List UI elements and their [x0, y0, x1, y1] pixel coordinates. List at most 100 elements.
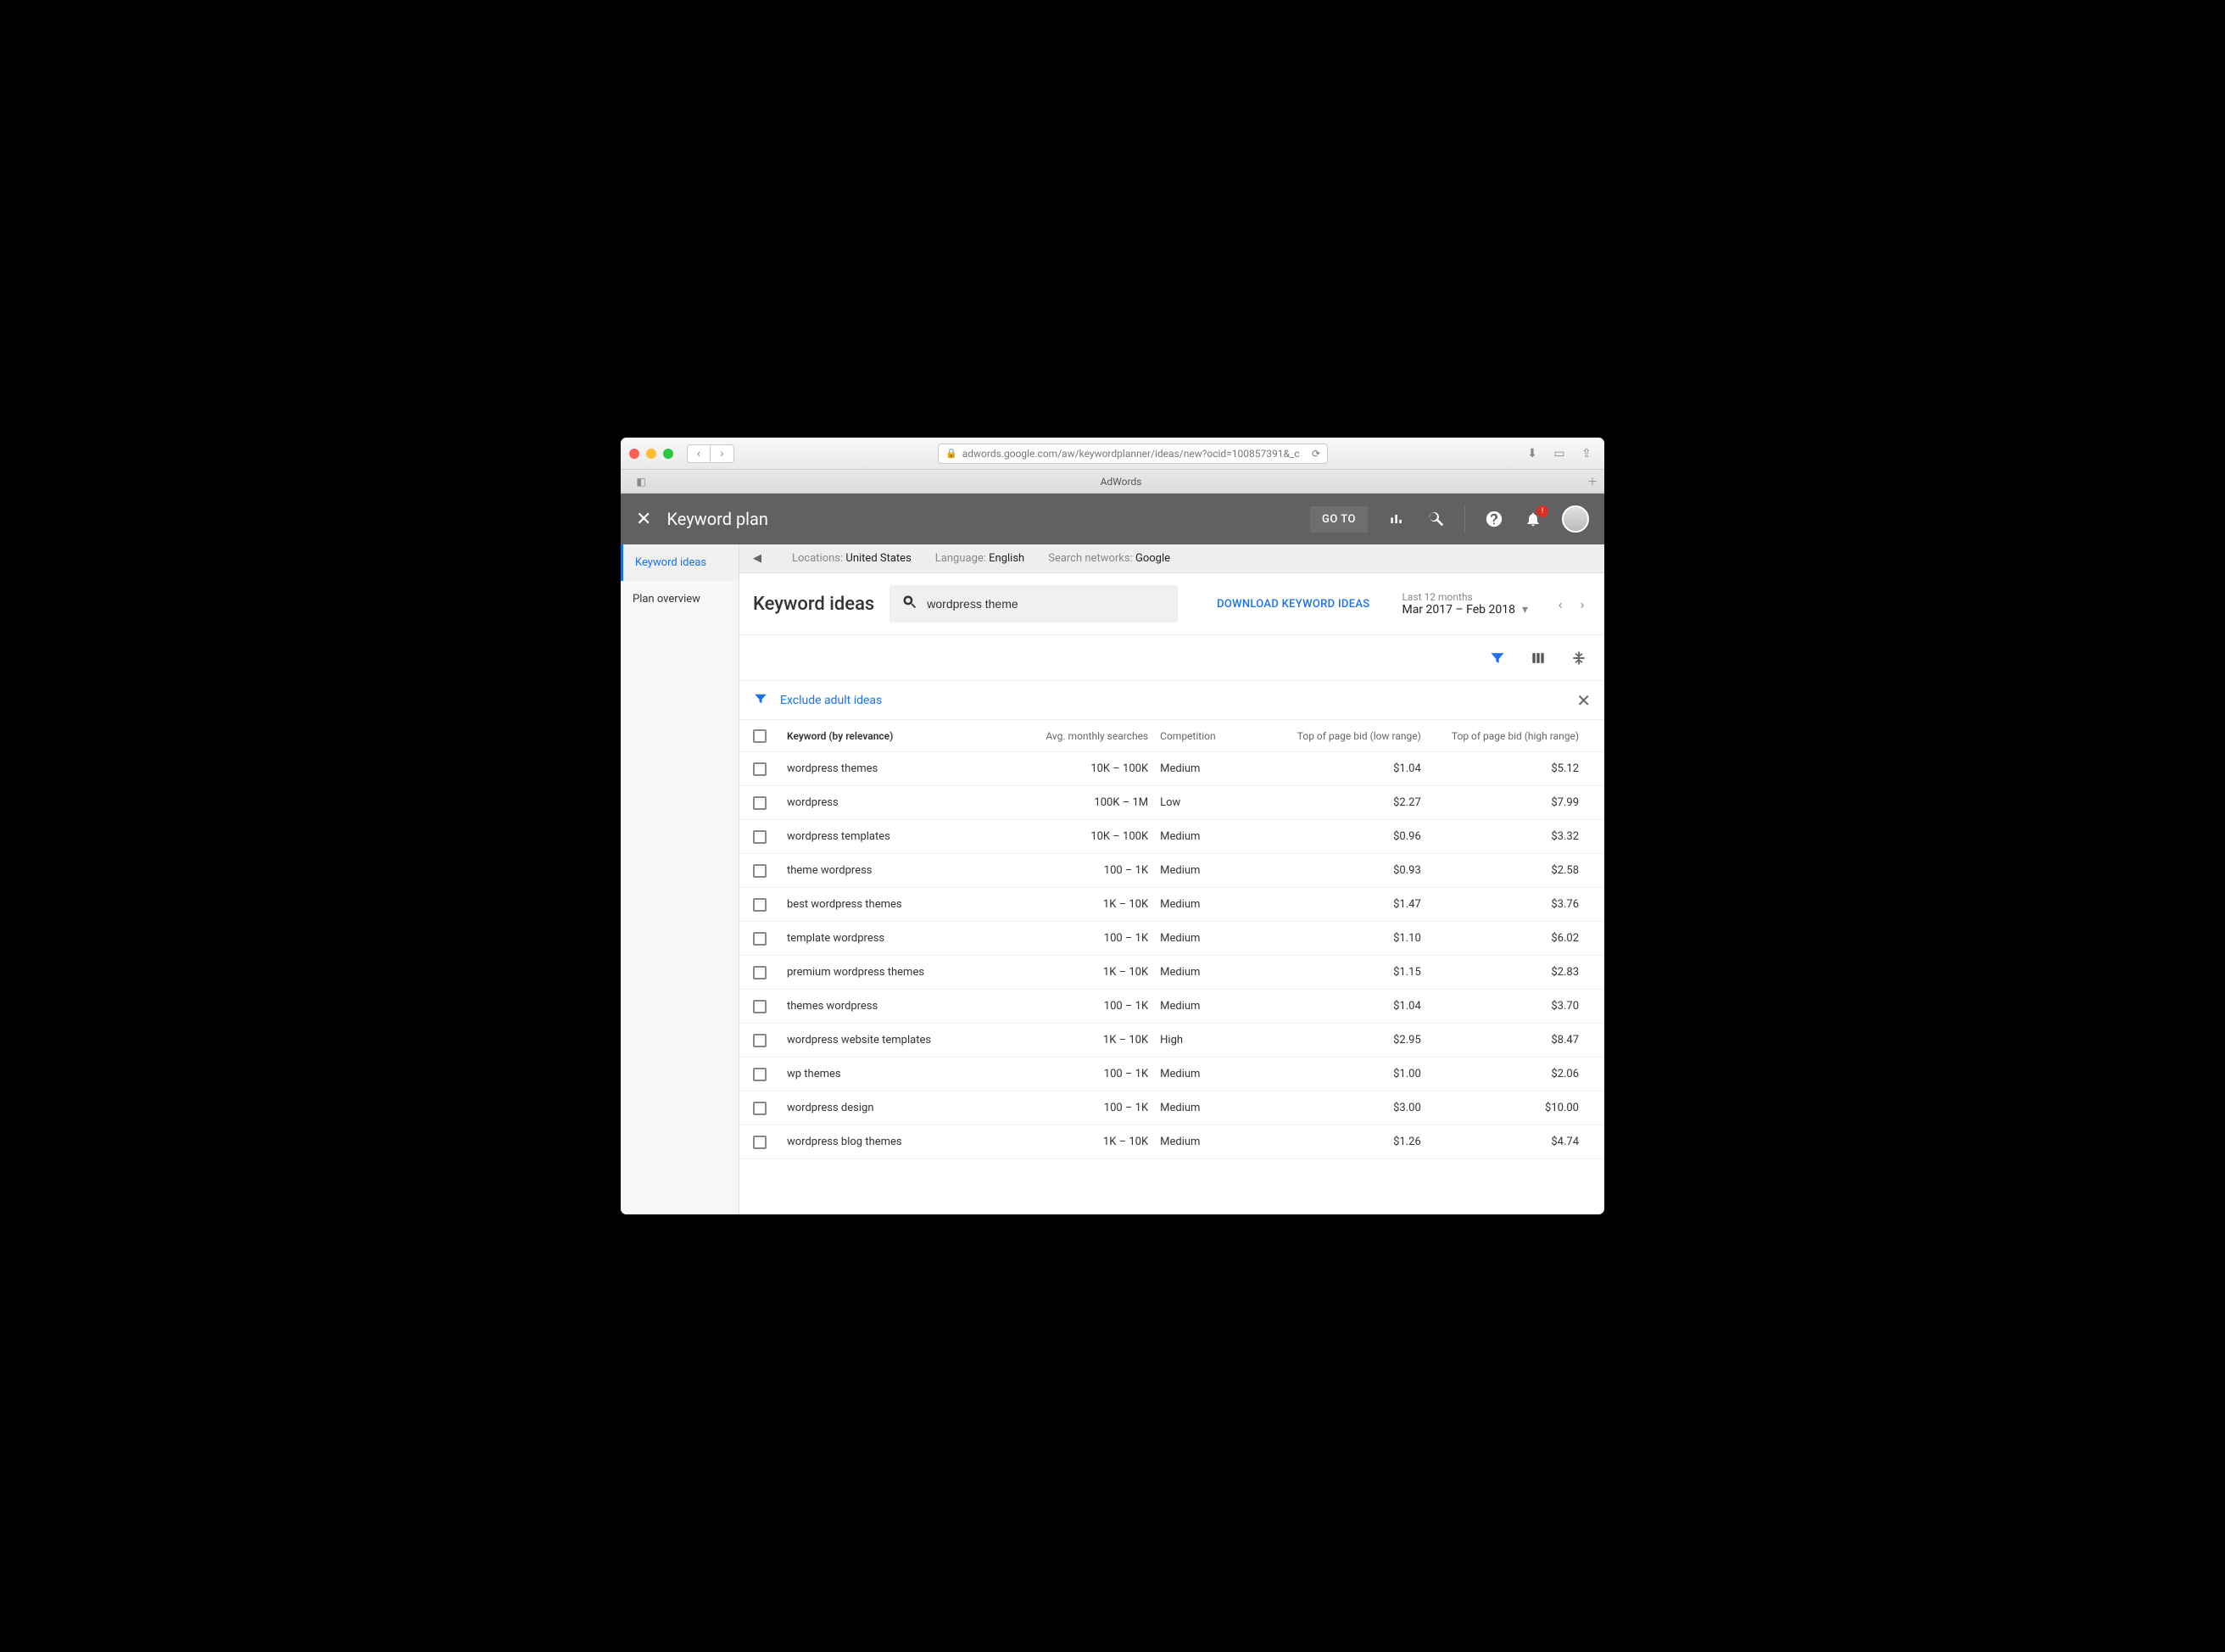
cell-searches: 1K – 10K — [1017, 966, 1160, 979]
cell-competition: Medium — [1160, 762, 1274, 775]
tools-icon[interactable] — [1425, 509, 1446, 529]
col-competition[interactable]: Competition — [1160, 730, 1274, 742]
notification-badge: ! — [1536, 505, 1548, 517]
table-row[interactable]: wordpress design 100 – 1K Medium $3.00 $… — [739, 1091, 1604, 1125]
cell-searches: 10K – 100K — [1017, 762, 1160, 775]
reports-icon[interactable] — [1386, 509, 1407, 529]
cell-bid-low: $1.15 — [1275, 966, 1433, 979]
cell-bid-high: $8.47 — [1433, 1034, 1591, 1046]
date-next-button[interactable]: › — [1574, 596, 1591, 612]
table-row[interactable]: theme wordpress 100 – 1K Medium $0.93 $2… — [739, 854, 1604, 888]
expand-icon[interactable] — [1570, 650, 1587, 667]
cell-keyword: theme wordpress — [787, 864, 1017, 877]
table-row[interactable]: best wordpress themes 1K – 10K Medium $1… — [739, 888, 1604, 922]
cell-bid-low: $1.26 — [1275, 1136, 1433, 1148]
locations-setting[interactable]: Locations: United States — [792, 552, 912, 565]
close-window-button[interactable] — [629, 449, 639, 459]
networks-setting[interactable]: Search networks: Google — [1048, 552, 1170, 565]
cell-competition: Medium — [1160, 898, 1274, 911]
cell-bid-high: $3.32 — [1433, 830, 1591, 843]
cell-keyword: premium wordpress themes — [787, 966, 1017, 979]
row-checkbox[interactable] — [753, 830, 767, 844]
clear-filters-icon[interactable]: ✕ — [1576, 690, 1591, 711]
select-all-checkbox[interactable] — [753, 729, 767, 743]
lock-icon: 🔒 — [945, 448, 957, 459]
cell-competition: Medium — [1160, 1136, 1274, 1148]
table-row[interactable]: wordpress themes 10K – 100K Medium $1.04… — [739, 752, 1604, 786]
row-checkbox[interactable] — [753, 1068, 767, 1081]
reload-icon[interactable]: ⟳ — [1312, 448, 1320, 460]
table-row[interactable]: wordpress blog themes 1K – 10K Medium $1… — [739, 1125, 1604, 1159]
back-button[interactable]: ‹ — [687, 444, 711, 463]
table-row[interactable]: wordpress 100K – 1M Low $2.27 $7.99 — [739, 786, 1604, 820]
cell-bid-low: $1.00 — [1275, 1068, 1433, 1080]
sidebar-toggle-icon[interactable]: ◧ — [621, 476, 661, 488]
app-header: ✕ Keyword plan GO TO ! — [621, 494, 1604, 544]
table-row[interactable]: wordpress website templates 1K – 10K Hig… — [739, 1024, 1604, 1058]
new-tab-button[interactable]: ＋ — [1581, 474, 1604, 488]
columns-icon[interactable] — [1530, 650, 1547, 667]
cell-keyword: wp themes — [787, 1068, 1017, 1080]
avatar[interactable] — [1562, 505, 1589, 533]
language-setting[interactable]: Language: English — [935, 552, 1024, 565]
row-checkbox[interactable] — [753, 1000, 767, 1013]
date-prev-button[interactable]: ‹ — [1552, 596, 1569, 612]
cell-keyword: wordpress themes — [787, 762, 1017, 775]
cell-bid-low: $2.95 — [1275, 1034, 1433, 1046]
minimize-window-button[interactable] — [646, 449, 656, 459]
row-checkbox[interactable] — [753, 796, 767, 810]
close-icon[interactable]: ✕ — [636, 509, 651, 530]
sidebar-item-plan-overview[interactable]: Plan overview — [621, 581, 739, 617]
app-body: Keyword ideas Plan overview ◀ Locations:… — [621, 544, 1604, 1214]
forward-button[interactable]: › — [711, 444, 734, 463]
row-checkbox[interactable] — [753, 1102, 767, 1115]
sidebar-item-keyword-ideas[interactable]: Keyword ideas — [621, 544, 739, 581]
table-row[interactable]: wordpress templates 10K – 100K Medium $0… — [739, 820, 1604, 854]
col-bid-high[interactable]: Top of page bid (high range) — [1433, 730, 1591, 742]
tabs-icon[interactable]: ▭ — [1550, 445, 1569, 462]
col-searches[interactable]: Avg. monthly searches — [1017, 730, 1160, 742]
date-range-picker[interactable]: Last 12 months Mar 2017 – Feb 2018 ▾ — [1402, 591, 1528, 617]
tab-title[interactable]: AdWords — [661, 476, 1581, 488]
cell-competition: Medium — [1160, 1068, 1274, 1080]
cell-searches: 1K – 10K — [1017, 1034, 1160, 1046]
download-link[interactable]: DOWNLOAD KEYWORD IDEAS — [1217, 598, 1369, 611]
chevron-down-icon: ▾ — [1522, 603, 1528, 617]
zoom-window-button[interactable] — [663, 449, 673, 459]
row-checkbox[interactable] — [753, 966, 767, 979]
table-row[interactable]: premium wordpress themes 1K – 10K Medium… — [739, 956, 1604, 990]
row-checkbox[interactable] — [753, 1034, 767, 1047]
filter-chip[interactable]: Exclude adult ideas — [780, 694, 882, 707]
cell-searches: 100 – 1K — [1017, 1068, 1160, 1080]
downloads-icon[interactable]: ⬇ — [1523, 445, 1542, 462]
keyword-search[interactable] — [889, 585, 1178, 622]
table-row[interactable]: template wordpress 100 – 1K Medium $1.10… — [739, 922, 1604, 956]
notifications-icon[interactable]: ! — [1523, 509, 1543, 529]
cell-bid-high: $6.02 — [1433, 932, 1591, 945]
table-row[interactable]: themes wordpress 100 – 1K Medium $1.04 $… — [739, 990, 1604, 1024]
collapse-sidebar-icon[interactable]: ◀ — [753, 552, 768, 565]
cell-searches: 100 – 1K — [1017, 1000, 1160, 1013]
filter-chip-bar: Exclude adult ideas ✕ — [739, 681, 1604, 720]
col-keyword[interactable]: Keyword (by relevance) — [787, 730, 1017, 742]
cell-keyword: wordpress templates — [787, 830, 1017, 843]
goto-button[interactable]: GO TO — [1310, 506, 1368, 533]
cell-bid-low: $3.00 — [1275, 1102, 1433, 1114]
cell-competition: Medium — [1160, 864, 1274, 877]
help-icon[interactable] — [1484, 509, 1504, 529]
address-bar[interactable]: 🔒 adwords.google.com/aw/keywordplanner/i… — [938, 444, 1328, 464]
row-checkbox[interactable] — [753, 1136, 767, 1149]
filter-icon[interactable] — [1489, 650, 1506, 667]
row-checkbox[interactable] — [753, 762, 767, 776]
cell-competition: Medium — [1160, 966, 1274, 979]
row-checkbox[interactable] — [753, 898, 767, 912]
col-bid-low[interactable]: Top of page bid (low range) — [1275, 730, 1433, 742]
cell-competition: Medium — [1160, 1000, 1274, 1013]
share-icon[interactable]: ⇪ — [1577, 445, 1596, 462]
table-row[interactable]: wp themes 100 – 1K Medium $1.00 $2.06 — [739, 1058, 1604, 1091]
cell-bid-high: $5.12 — [1433, 762, 1591, 775]
filter-chip-icon — [753, 691, 768, 710]
row-checkbox[interactable] — [753, 864, 767, 878]
row-checkbox[interactable] — [753, 932, 767, 946]
search-input[interactable] — [927, 597, 1166, 611]
